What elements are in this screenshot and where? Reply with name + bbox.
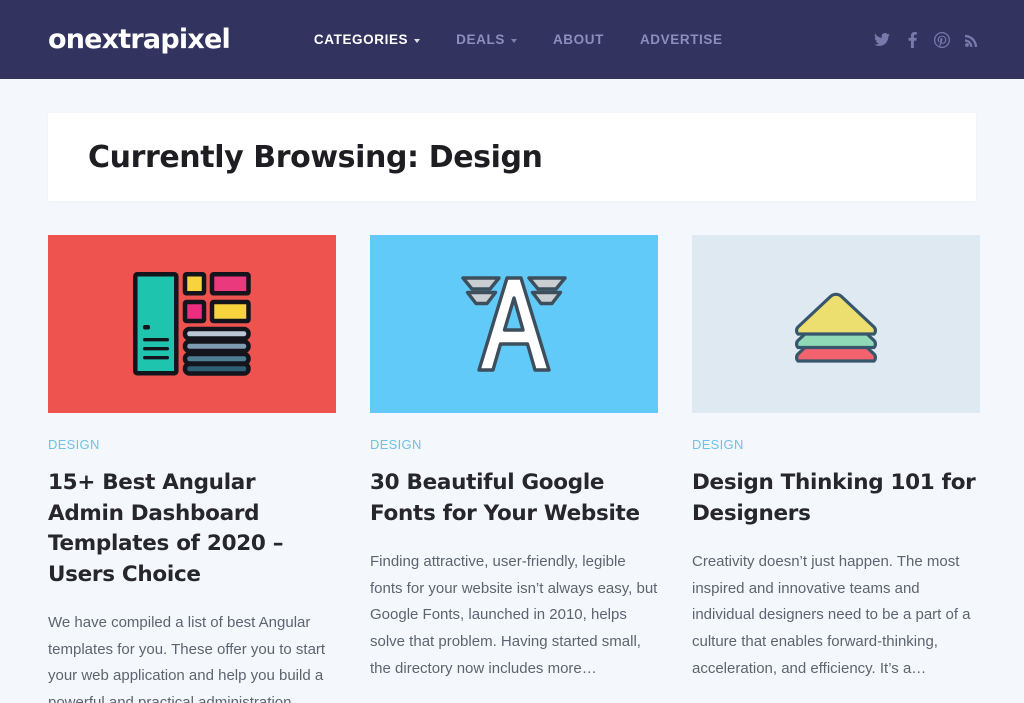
stacked-layers-icon	[795, 292, 877, 363]
nav-item-deals[interactable]: DEALS	[438, 32, 535, 47]
main-navigation: CATEGORIES DEALS ABOUT ADVERTISE	[296, 32, 741, 47]
post-title-link[interactable]: 30 Beautiful Google Fonts for Your Websi…	[370, 468, 658, 529]
social-links	[874, 31, 980, 48]
page-title: Currently Browsing: Design	[88, 139, 543, 175]
rss-icon[interactable]	[964, 32, 980, 48]
facebook-icon[interactable]	[904, 31, 920, 48]
post-excerpt: We have compiled a list of best Angular …	[48, 614, 326, 703]
post-grid: DESIGN 15+ Best Angular Admin Dashboard …	[48, 235, 980, 703]
twitter-icon[interactable]	[874, 32, 890, 48]
nav-item-categories[interactable]: CATEGORIES	[296, 32, 438, 47]
site-logo[interactable]: onextrapixel	[48, 26, 231, 53]
page-title-card: Currently Browsing: Design	[48, 113, 976, 201]
post-category-link[interactable]: DESIGN	[692, 437, 744, 452]
post-thumbnail-link[interactable]	[48, 235, 336, 413]
nav-item-advertise[interactable]: ADVERTISE	[622, 32, 741, 47]
post-card: DESIGN 30 Beautiful Google Fonts for You…	[370, 235, 658, 703]
nav-item-about[interactable]: ABOUT	[535, 32, 622, 47]
page-content: Currently Browsing: Design DESIGN 15+ Be…	[0, 113, 1024, 703]
site-header: onextrapixel CATEGORIES DEALS ABOUT ADVE…	[0, 0, 1024, 79]
serif-letter-a-icon	[461, 276, 567, 372]
nav-label-advertise: ADVERTISE	[639, 32, 723, 47]
chevron-down-icon	[510, 38, 517, 43]
post-excerpt: Finding attractive, user-friendly, legib…	[370, 553, 658, 677]
admin-dashboard-icon	[133, 272, 251, 376]
chevron-down-icon	[414, 38, 421, 43]
nav-label-categories: CATEGORIES	[313, 32, 409, 47]
post-category-link[interactable]: DESIGN	[370, 437, 422, 452]
post-thumbnail-link[interactable]	[692, 235, 980, 413]
post-excerpt: Creativity doesn’t just happen. The most…	[692, 553, 971, 677]
post-title-link[interactable]: Design Thinking 101 for Designers	[692, 468, 980, 529]
nav-label-deals: DEALS	[456, 32, 505, 47]
nav-label-about: ABOUT	[552, 32, 604, 47]
post-card: DESIGN 15+ Best Angular Admin Dashboard …	[48, 235, 336, 703]
post-category-link[interactable]: DESIGN	[48, 437, 100, 452]
post-card: DESIGN Design Thinking 101 for Designers…	[692, 235, 980, 703]
post-title-link[interactable]: 15+ Best Angular Admin Dashboard Templat…	[48, 468, 336, 590]
pinterest-icon[interactable]	[934, 31, 950, 48]
post-thumbnail-link[interactable]	[370, 235, 658, 413]
